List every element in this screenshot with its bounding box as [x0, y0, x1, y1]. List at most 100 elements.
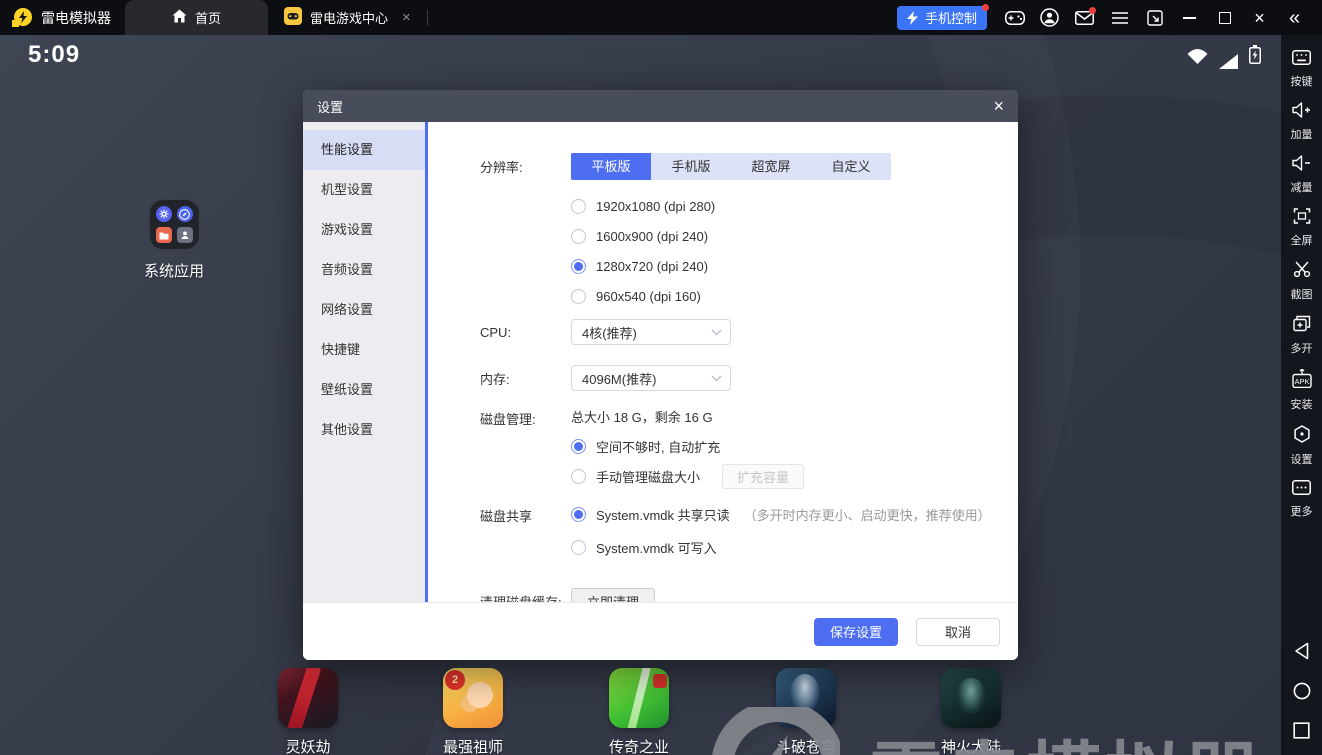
toolbar-label: 设置 [1291, 451, 1313, 467]
system-apps-folder[interactable]: 系统应用 [114, 198, 234, 281]
resolution-option[interactable]: 1280x720 (dpi 240) [571, 251, 715, 281]
toolbar-settings[interactable]: 设置 [1291, 425, 1313, 467]
resolution-option[interactable]: 1920x1080 (dpi 280) [571, 191, 715, 221]
back-button-icon[interactable] [1294, 642, 1310, 660]
radio-selected[interactable] [571, 507, 586, 522]
collapse-toolbar-icon[interactable]: « [1277, 0, 1312, 35]
toolbar-screenshot[interactable]: 截图 [1291, 261, 1313, 302]
radio-selected[interactable] [571, 259, 586, 274]
sidebar-item-audio[interactable]: 音频设置 [303, 250, 425, 290]
tab-home[interactable]: 首页 [125, 0, 268, 35]
save-settings-button[interactable]: 保存设置 [814, 618, 898, 646]
apk-install-icon: APK [1292, 369, 1312, 393]
disk-management-label: 磁盘管理: [428, 407, 571, 428]
toolbar-apk-install[interactable]: APK 安装 [1291, 369, 1313, 412]
toolbar-multi-instance[interactable]: 多开 [1291, 315, 1313, 356]
toolbar-more[interactable]: 更多 [1291, 480, 1313, 519]
toolbar-keymapping[interactable]: 按键 [1291, 50, 1313, 89]
vmdk-readonly-option[interactable]: System.vmdk 共享只读 （多开时内存更小、启动更快，推荐使用） [571, 499, 991, 529]
sidebar-item-game[interactable]: 游戏设置 [303, 210, 425, 250]
memory-value: 4096M(推荐) [582, 369, 711, 388]
game-shortcut[interactable]: 灵妖劫 [243, 668, 373, 755]
tab-home-label: 首页 [195, 8, 221, 27]
toolbar-label: 全屏 [1291, 232, 1313, 248]
minimize-icon[interactable] [1172, 0, 1207, 35]
signal-icon [1219, 54, 1238, 69]
resize-window-icon[interactable] [1137, 0, 1172, 35]
volume-up-icon [1292, 102, 1311, 123]
tab-ultrawide[interactable]: 超宽屏 [731, 153, 811, 180]
radio-unselected[interactable] [571, 540, 586, 555]
chevron-down-icon [711, 329, 722, 336]
resolution-options: 1920x1080 (dpi 280) 1600x900 (dpi 240) 1… [571, 191, 715, 311]
tab-custom[interactable]: 自定义 [811, 153, 891, 180]
cpu-dropdown[interactable]: 4核(推荐) [571, 319, 731, 345]
radio-unselected[interactable] [571, 229, 586, 244]
gamepad-icon[interactable] [997, 0, 1032, 35]
memory-label: 内存: [428, 369, 571, 388]
watermark-logo-icon [712, 707, 840, 755]
home-button-icon[interactable] [1293, 682, 1311, 700]
volume-down-icon [1292, 155, 1311, 176]
menu-icon[interactable] [1102, 0, 1137, 35]
cancel-button[interactable]: 取消 [916, 618, 1000, 646]
disk-auto-expand-option[interactable]: 空间不够时, 自动扩充 [571, 431, 804, 461]
wifi-icon [1187, 48, 1208, 69]
close-window-icon[interactable]: × [1242, 0, 1277, 35]
app-title: 雷电模拟器 [41, 8, 111, 28]
radio-unselected[interactable] [571, 469, 586, 484]
radio-selected[interactable] [571, 439, 586, 454]
tab-separator [427, 10, 428, 26]
sidebar-item-network[interactable]: 网络设置 [303, 290, 425, 330]
resolution-option[interactable]: 960x540 (dpi 160) [571, 281, 715, 311]
tab-close-icon[interactable]: × [402, 9, 411, 26]
settings-icon [1293, 425, 1311, 448]
radio-unselected[interactable] [571, 199, 586, 214]
sidebar-item-shortcuts[interactable]: 快捷键 [303, 330, 425, 370]
disk-option-label: 空间不够时, 自动扩充 [596, 437, 720, 456]
disk-share-options: System.vmdk 共享只读 （多开时内存更小、启动更快，推荐使用） Sys… [571, 499, 991, 562]
disk-share-note: （多开时内存更小、启动更快，推荐使用） [744, 505, 991, 524]
sidebar-item-performance[interactable]: 性能设置 [303, 130, 425, 170]
tab-tablet[interactable]: 平板版 [571, 153, 651, 180]
disk-share-label: 磁盘共享 [428, 499, 571, 525]
maximize-icon[interactable] [1207, 0, 1242, 35]
tab-phone[interactable]: 手机版 [651, 153, 731, 180]
phone-control-label: 手机控制 [925, 8, 977, 27]
game-label: 最强祖师 [408, 736, 538, 755]
resolution-option[interactable]: 1600x900 (dpi 240) [571, 221, 715, 251]
phone-control-button[interactable]: 手机控制 [897, 6, 987, 30]
toolbar-label: 安装 [1291, 396, 1313, 412]
sidebar-item-device-model[interactable]: 机型设置 [303, 170, 425, 210]
disk-manual-option[interactable]: 手动管理磁盘大小 扩充容量 [571, 461, 804, 491]
toolbar-fullscreen[interactable]: 全屏 [1291, 208, 1313, 248]
messages-icon[interactable] [1067, 0, 1102, 35]
vmdk-writable-option[interactable]: System.vmdk 可写入 [571, 532, 991, 562]
settings-content: 分辨率: 平板版 手机版 超宽屏 自定义 1920x1080 (dpi 280) [428, 122, 1018, 602]
battery-icon [1249, 45, 1261, 69]
desktop-clock: 5:09 [28, 41, 80, 69]
expand-capacity-button[interactable]: 扩充容量 [722, 464, 804, 489]
sidebar-item-other[interactable]: 其他设置 [303, 410, 425, 450]
chevron-down-icon [711, 375, 722, 382]
sidebar-item-wallpaper[interactable]: 壁纸设置 [303, 370, 425, 410]
game-shortcut[interactable]: 2 最强祖师 [408, 668, 538, 755]
files-app-icon [156, 227, 172, 243]
toolbar-volume-up[interactable]: 加量 [1291, 102, 1313, 142]
android-nav-buttons [1281, 642, 1322, 739]
clean-now-button[interactable]: 立即清理 [571, 588, 655, 602]
radio-unselected[interactable] [571, 289, 586, 304]
account-icon[interactable] [1032, 0, 1067, 35]
cpu-value: 4核(推荐) [582, 323, 711, 342]
memory-dropdown[interactable]: 4096M(推荐) [571, 365, 731, 391]
tab-game-center[interactable]: 雷电游戏中心 × [268, 0, 427, 35]
game-shortcut[interactable]: 传奇之业 [574, 668, 704, 755]
resolution-option-label: 960x540 (dpi 160) [596, 289, 701, 304]
recent-apps-icon[interactable] [1293, 722, 1310, 739]
more-icon [1292, 480, 1311, 500]
settings-sidebar: 性能设置 机型设置 游戏设置 音频设置 网络设置 快捷键 壁纸设置 其他设置 [303, 122, 428, 602]
toolbar-volume-down[interactable]: 减量 [1291, 155, 1313, 195]
dialog-close-icon[interactable]: × [993, 97, 1004, 115]
ldplayer-logo-icon [12, 8, 32, 28]
memory-row: 内存: 4096M(推荐) [428, 365, 1018, 391]
